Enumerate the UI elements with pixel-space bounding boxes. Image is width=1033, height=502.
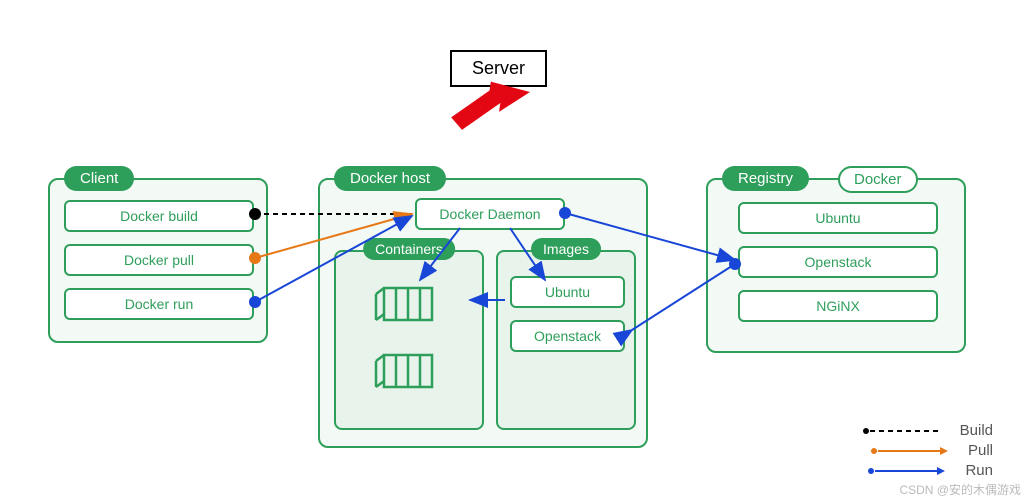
registry-item-ubuntu: Ubuntu	[738, 202, 938, 234]
registry-item-nginx: NGiNX	[738, 290, 938, 322]
images-subpanel: Images Ubuntu Openstack	[496, 250, 636, 430]
registry-tag: Docker	[838, 166, 918, 193]
docker-daemon: Docker Daemon	[415, 198, 565, 230]
legend-pull-line	[870, 446, 950, 456]
legend: Build Pull Run	[862, 419, 993, 482]
server-callout-label: Server	[472, 58, 525, 78]
registry-panel: Registry Docker Ubuntu Openstack NGiNX	[706, 178, 966, 353]
containers-title: Containers	[363, 238, 455, 260]
image-openstack: Openstack	[510, 320, 625, 352]
server-callout: Server	[450, 50, 547, 87]
registry-item-openstack: Openstack	[738, 246, 938, 278]
legend-run-line	[867, 466, 947, 476]
client-title: Client	[64, 166, 134, 191]
containers-subpanel: Containers	[334, 250, 484, 430]
watermark: CSDN @安的木偶游戏	[899, 481, 1021, 498]
host-title: Docker host	[334, 166, 446, 191]
client-item-run: Docker run	[64, 288, 254, 320]
client-item-pull: Docker pull	[64, 244, 254, 276]
container-icon	[374, 347, 444, 392]
client-panel: Client Docker build Docker pull Docker r…	[48, 178, 268, 343]
client-item-build: Docker build	[64, 200, 254, 232]
container-icon	[374, 280, 444, 325]
host-panel: Docker host Docker Daemon Containers	[318, 178, 648, 448]
registry-title: Registry	[722, 166, 809, 191]
image-ubuntu: Ubuntu	[510, 276, 625, 308]
legend-pull-label: Pull	[968, 442, 993, 459]
legend-build-label: Build	[960, 422, 993, 439]
legend-build-line	[862, 427, 942, 435]
images-title: Images	[531, 238, 601, 260]
legend-run-label: Run	[965, 462, 993, 479]
